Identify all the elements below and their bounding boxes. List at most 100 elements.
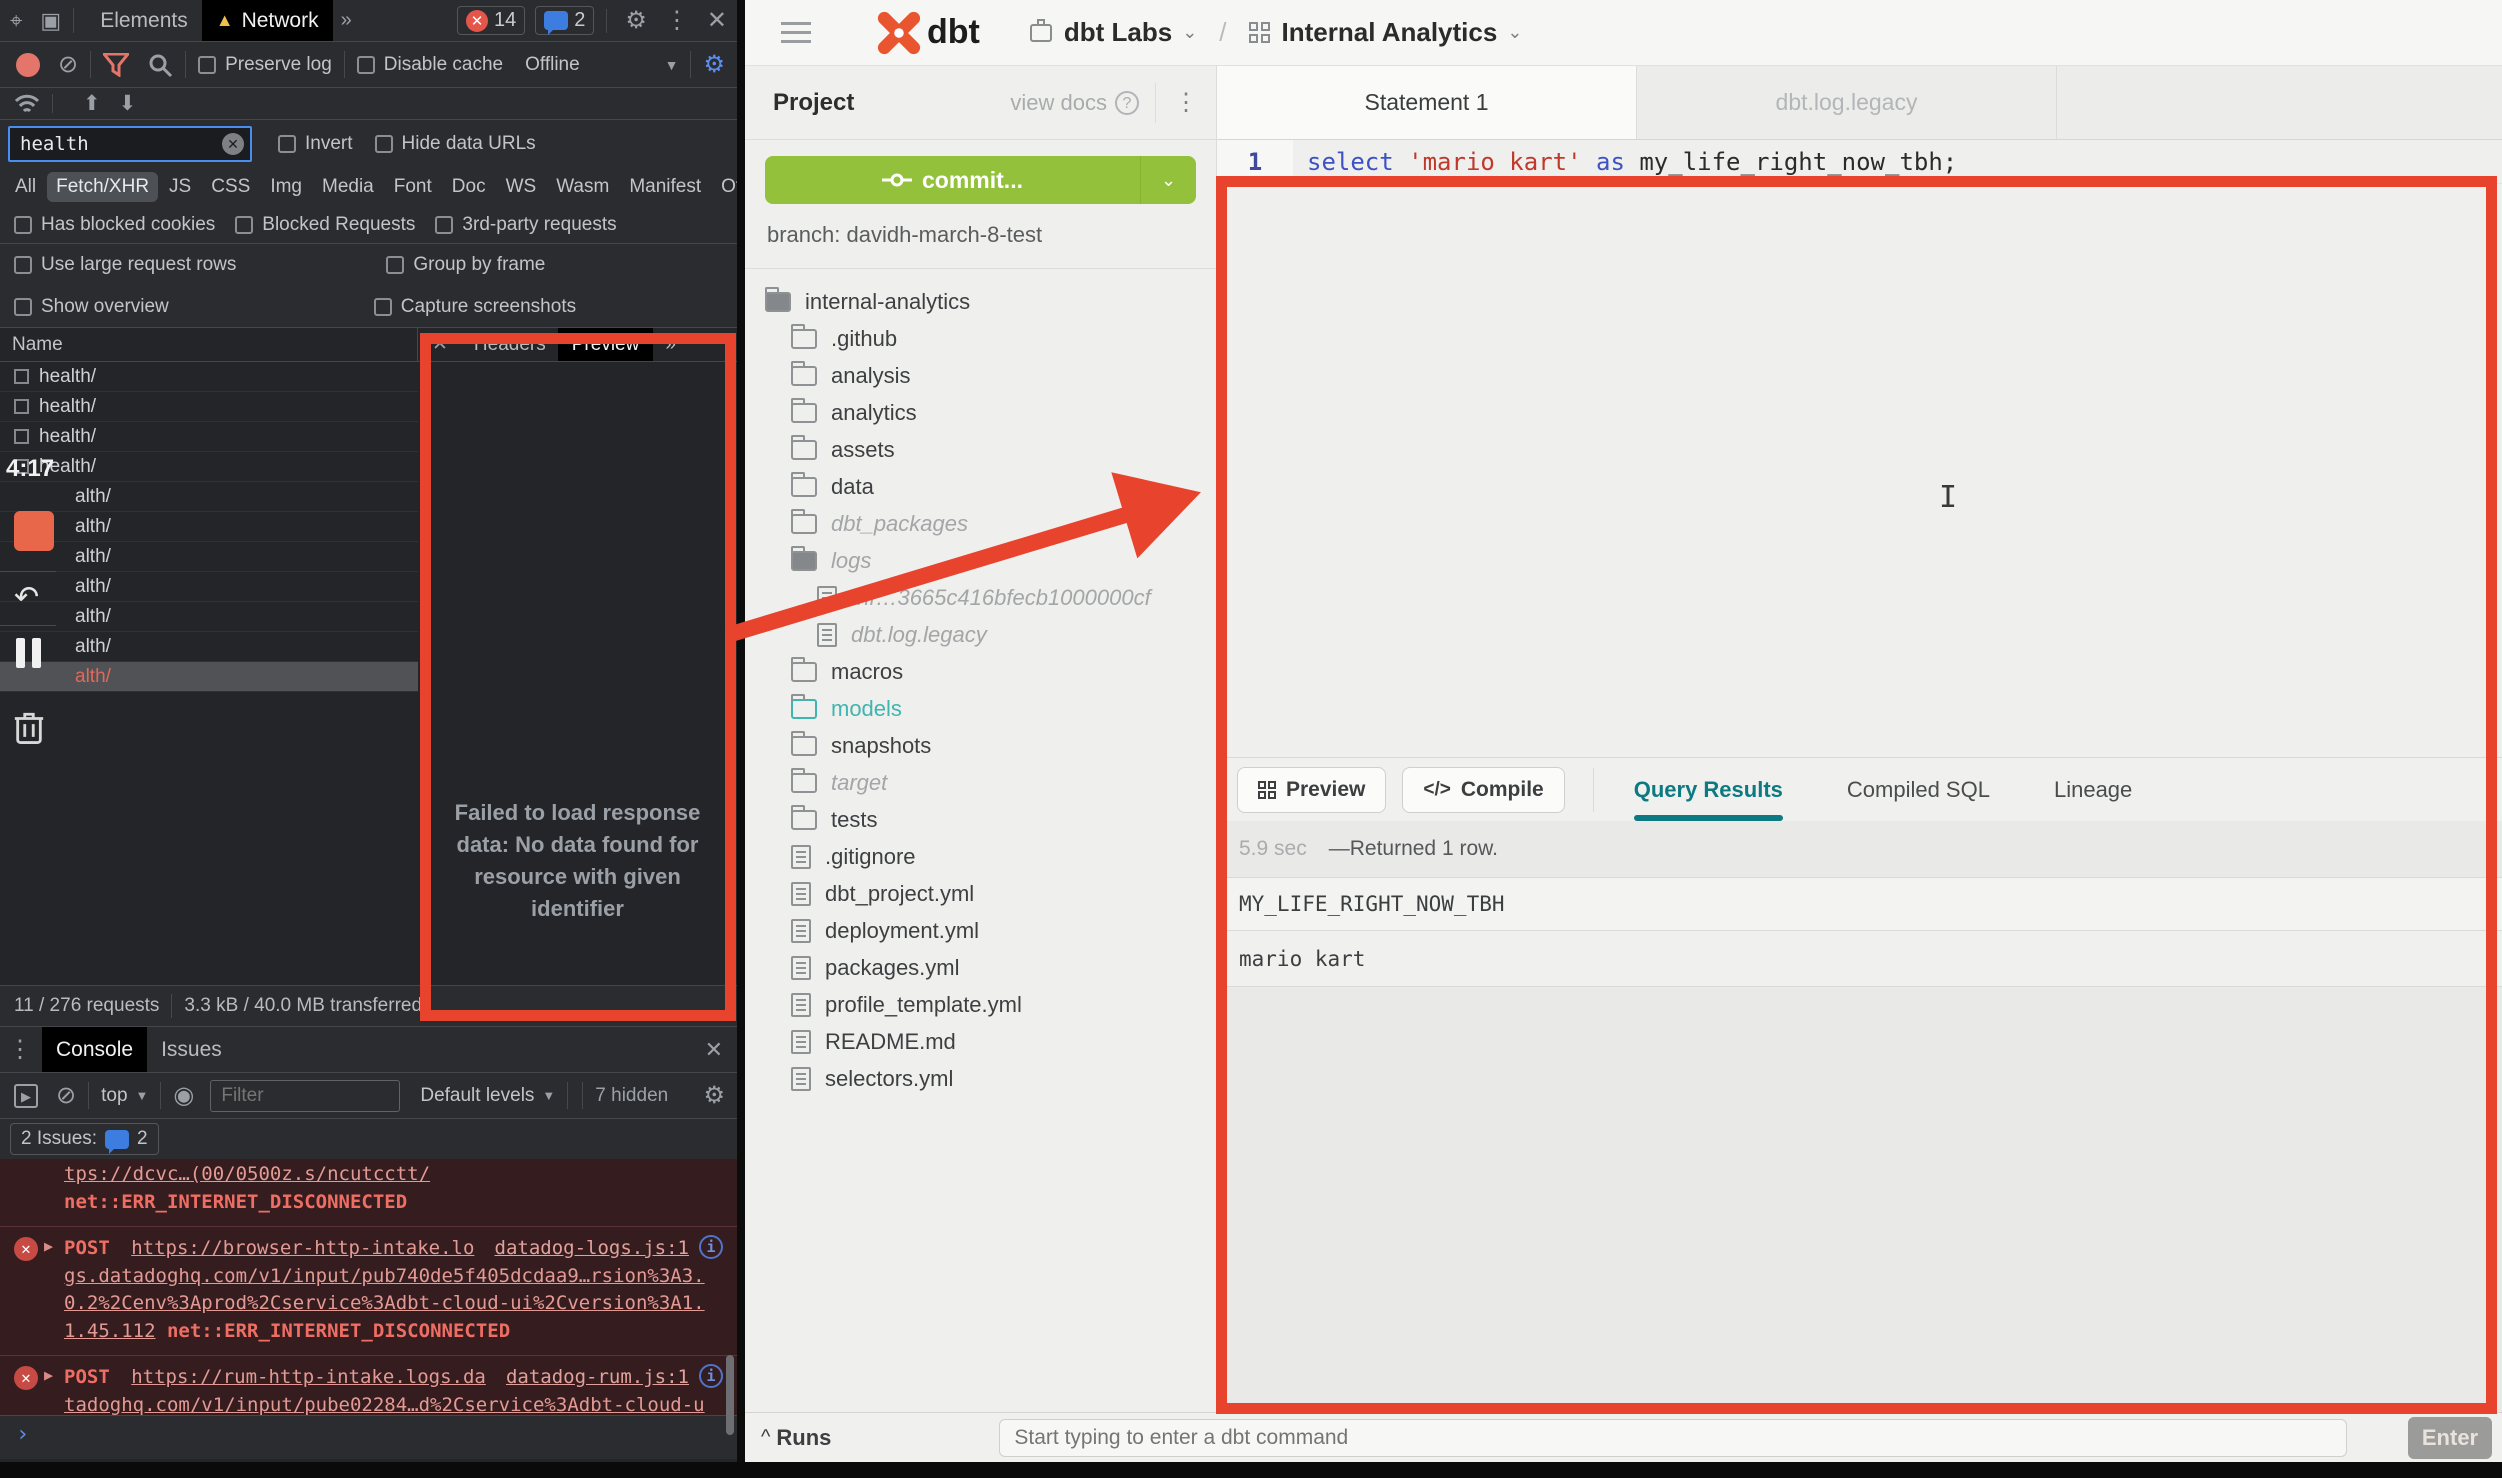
request-row[interactable]: alth/ — [0, 632, 418, 662]
disable-cache-checkbox[interactable] — [357, 56, 375, 74]
view-docs-link[interactable]: view docs — [1010, 90, 1107, 116]
filter-pill-doc[interactable]: Doc — [443, 172, 495, 202]
tree-item[interactable]: selectors.yml — [745, 1060, 1216, 1097]
more-detail-tabs-icon[interactable]: » — [665, 334, 676, 356]
tree-item[interactable]: profile_template.yml — [745, 986, 1216, 1023]
tab-issues[interactable]: Issues — [147, 1027, 236, 1072]
eye-icon[interactable]: ◉ — [173, 1081, 194, 1110]
blocked-requests-checkbox[interactable] — [235, 216, 253, 234]
dbt-command-input[interactable] — [999, 1419, 2347, 1457]
tab-preview[interactable]: Preview — [558, 328, 654, 361]
invert-checkbox[interactable] — [278, 135, 296, 153]
project-kebab-icon[interactable]: ⋮ — [1155, 83, 1216, 123]
tree-item[interactable]: assets — [745, 431, 1216, 468]
request-row[interactable]: health/ — [0, 452, 418, 482]
request-row[interactable]: health/ — [0, 392, 418, 422]
device-toolbar-icon[interactable]: ▣ — [40, 8, 61, 34]
stop-recording-button[interactable] — [14, 511, 54, 551]
tab-headers[interactable]: Headers — [462, 334, 558, 356]
runs-chevron-icon[interactable]: ^ — [761, 1426, 770, 1449]
request-row[interactable]: health/ — [0, 422, 418, 452]
console-error-entry[interactable]: ✕ ▶ i datadog-logs.js:1 POST https://bro… — [0, 1226, 737, 1355]
filter-pill-manifest[interactable]: Manifest — [620, 172, 710, 202]
inspect-icon[interactable]: ⌖ — [10, 8, 22, 34]
close-devtools-icon[interactable]: ✕ — [707, 6, 727, 35]
tree-item[interactable]: dbt.log.legacy — [745, 616, 1216, 653]
request-row[interactable]: alth/ — [0, 602, 418, 632]
filter-pill-ws[interactable]: WS — [497, 172, 546, 202]
filter-pill-font[interactable]: Font — [385, 172, 441, 202]
tab-lineage[interactable]: Lineage — [2054, 777, 2132, 803]
issue-count-badge[interactable]: 2 — [535, 6, 594, 35]
commit-button[interactable]: commit... ⌄ — [765, 156, 1196, 204]
console-context-select[interactable]: top — [101, 1085, 127, 1107]
tab-network[interactable]: ▲ Network — [202, 0, 333, 41]
tree-item[interactable]: analysis — [745, 357, 1216, 394]
request-row[interactable]: alth/ — [0, 542, 418, 572]
tree-item[interactable]: analytics — [745, 394, 1216, 431]
tree-item[interactable]: dbt_project.yml — [745, 875, 1216, 912]
export-har-icon[interactable]: ⬇ — [119, 91, 137, 116]
import-har-icon[interactable]: ⬆ — [83, 91, 101, 116]
console-settings-gear-icon[interactable]: ⚙ — [703, 1081, 725, 1110]
project-chevron-icon[interactable]: ⌄ — [1507, 22, 1522, 43]
third-party-checkbox[interactable] — [435, 216, 453, 234]
request-row[interactable]: alth/ — [0, 482, 418, 512]
filter-pill-img[interactable]: Img — [261, 172, 311, 202]
org-switcher[interactable]: dbt Labs — [1064, 17, 1172, 48]
filter-pill-all[interactable]: All — [6, 172, 45, 202]
pause-recording-button[interactable] — [0, 638, 62, 668]
help-icon[interactable]: ? — [1115, 91, 1139, 115]
trash-icon[interactable] — [12, 708, 46, 746]
request-row[interactable]: alth/ — [0, 572, 418, 602]
console-error-entry[interactable]: ✕ ▶ i datadog-rum.js:1 POST https://rum-… — [0, 1355, 737, 1419]
request-row[interactable]: alth/ — [0, 512, 418, 542]
filter-funnel-icon[interactable] — [103, 53, 129, 77]
console-prompt[interactable]: › — [0, 1415, 737, 1459]
log-levels-select[interactable]: Default levels — [420, 1085, 534, 1107]
clear-console-icon[interactable]: ⊘ — [56, 1081, 76, 1110]
request-row-selected[interactable]: alth/ — [0, 662, 418, 692]
tree-item[interactable]: tests — [745, 801, 1216, 838]
tree-item[interactable]: packages.yml — [745, 949, 1216, 986]
hide-data-urls-checkbox[interactable] — [375, 135, 393, 153]
kebab-menu-icon[interactable]: ⋮ — [665, 6, 689, 35]
has-blocked-cookies-checkbox[interactable] — [14, 216, 32, 234]
filter-pill-css[interactable]: CSS — [202, 172, 259, 202]
tree-item[interactable]: internal-analytics — [745, 283, 1216, 320]
filter-pill-fetchxhr[interactable]: Fetch/XHR — [47, 172, 158, 202]
error-count-badge[interactable]: ✕ 14 — [457, 6, 525, 35]
request-row[interactable]: health/ — [0, 362, 418, 392]
tab-query-results[interactable]: Query Results — [1634, 758, 1783, 821]
name-column-header[interactable]: Name — [0, 328, 418, 362]
tab-compiled-sql[interactable]: Compiled SQL — [1847, 777, 1990, 803]
console-kebab-icon[interactable]: ⋮ — [8, 1035, 32, 1064]
close-console-icon[interactable]: ✕ — [705, 1037, 723, 1063]
network-settings-gear-icon[interactable]: ⚙ — [703, 50, 725, 79]
tree-item[interactable]: logs — [745, 542, 1216, 579]
more-tabs-icon[interactable]: » — [341, 9, 352, 32]
group-by-frame-checkbox[interactable] — [386, 256, 404, 274]
tab-statement-1[interactable]: Statement 1 — [1217, 66, 1637, 139]
tab-elements[interactable]: Elements — [86, 0, 202, 41]
enter-button[interactable]: Enter — [2408, 1417, 2492, 1459]
info-icon[interactable]: i — [699, 1364, 723, 1388]
tree-item[interactable]: deployment.yml — [745, 912, 1216, 949]
tab-console[interactable]: Console — [42, 1027, 147, 1072]
search-icon[interactable] — [147, 52, 173, 78]
tree-item[interactable]: README.md — [745, 1023, 1216, 1060]
info-icon[interactable]: i — [699, 1235, 723, 1259]
panel-divider[interactable] — [737, 0, 745, 1462]
expand-caret-icon[interactable]: ▶ — [44, 1236, 53, 1258]
tree-item[interactable]: .gitignore — [745, 838, 1216, 875]
network-conditions-icon[interactable] — [14, 93, 40, 115]
preserve-log-checkbox[interactable] — [198, 56, 216, 74]
tree-item[interactable]: data — [745, 468, 1216, 505]
tree-item[interactable]: .github — [745, 320, 1216, 357]
console-sidebar-icon[interactable]: ▶ — [14, 1084, 38, 1108]
issues-chip[interactable]: 2 Issues: 2 — [10, 1123, 159, 1155]
network-filter-input[interactable] — [8, 126, 252, 162]
show-overview-checkbox[interactable] — [14, 298, 32, 316]
filter-pill-js[interactable]: JS — [160, 172, 200, 202]
result-column-header[interactable]: MY_LIFE_RIGHT_NOW_TBH — [1217, 877, 2502, 931]
